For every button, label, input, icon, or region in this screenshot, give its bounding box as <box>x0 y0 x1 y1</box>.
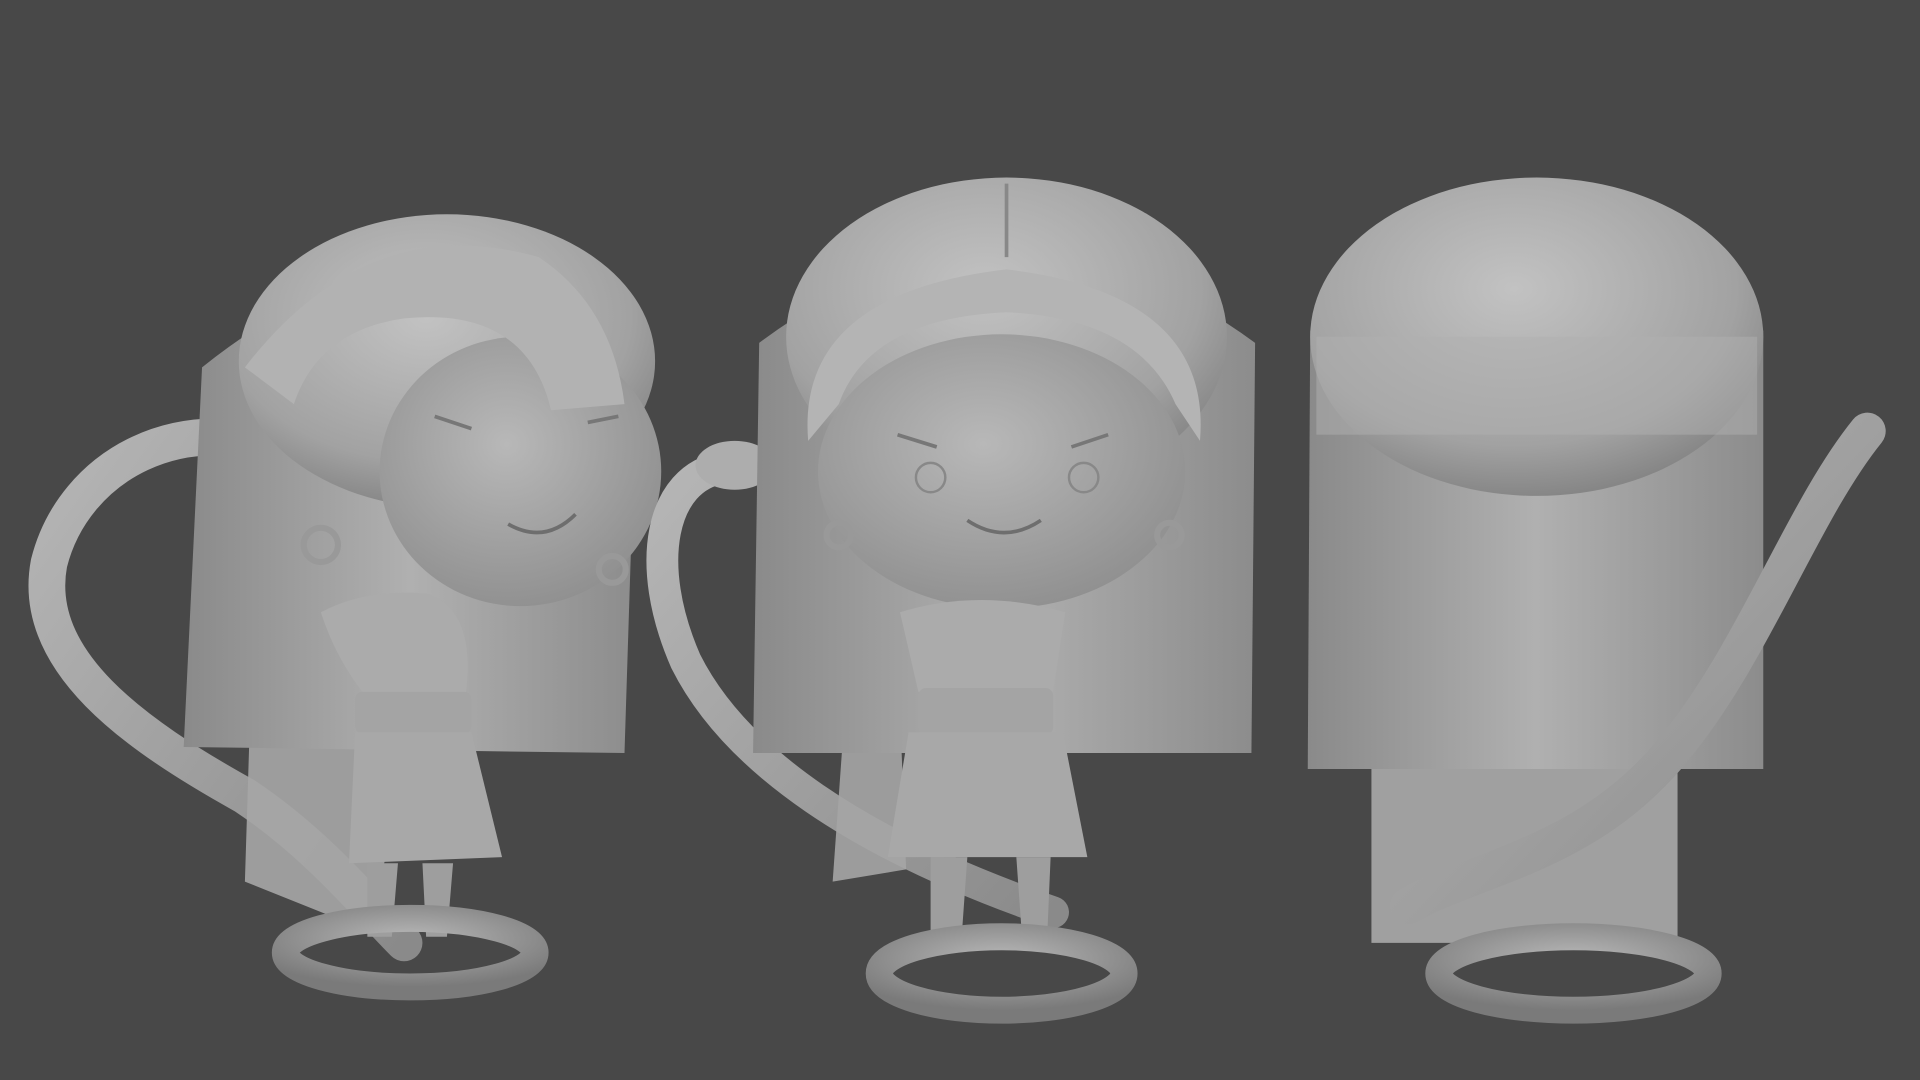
base-ring <box>865 923 1138 1024</box>
torso <box>900 600 1066 692</box>
viewport-render <box>28 177 1886 1024</box>
belt <box>918 688 1054 735</box>
face <box>817 334 1186 609</box>
skirt <box>887 732 1088 858</box>
figure-back-view <box>1307 177 1886 1024</box>
base-ring <box>1425 923 1722 1024</box>
figure-three-quarter-view <box>28 214 662 1001</box>
skirt <box>348 732 503 864</box>
figure-front-view <box>646 177 1256 1024</box>
belt <box>355 691 472 734</box>
